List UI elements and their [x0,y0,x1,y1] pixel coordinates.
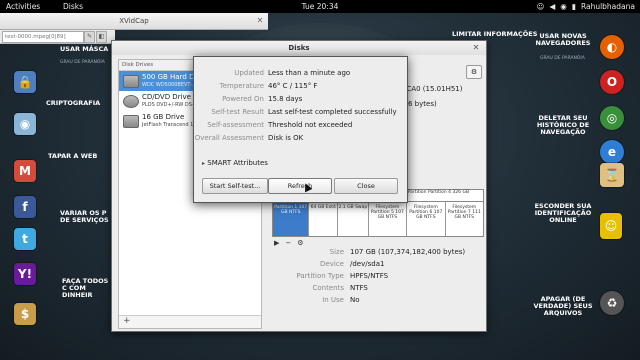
partition-segment[interactable]: Partition 1 107 GB NTFS [273,202,310,236]
info-label: In Use [322,296,344,304]
usb-drive-icon [123,115,139,128]
partition-segment[interactable]: 2.1 GB Swap [338,202,369,236]
battery-icon[interactable]: ▮ [572,0,576,13]
drive-model-fragment: 3CA0 (15.01H51) [402,85,463,93]
smart-attributes-expander[interactable]: ▸ SMART Attributes [202,159,268,167]
smart-label: Updated [234,69,264,77]
add-icon[interactable]: + [123,316,131,326]
smart-value: Threshold not exceeded [268,121,353,129]
xvidcap-close-icon[interactable]: ✕ [255,16,265,26]
smart-label: Overall Assessment [194,134,264,142]
id-card-icon: ☺ [600,213,622,239]
ie-icon: e [600,140,624,164]
webcam-icon: ◉ [14,113,36,135]
smart-attributes-label: SMART Attributes [207,159,268,167]
wall-heading-10: APAGAR (DE VERDADE) SEUS ARQUIVOS [533,295,593,317]
network-icon[interactable]: ◉ [560,0,567,13]
padlock-icon: 🔒 [14,71,36,93]
yahoo-icon: Y! [14,263,36,285]
wall-heading-3: TAPAR A WEB [48,152,98,160]
system-tray: ☺ ◀ ◉ ▮ Rahulbhadana [537,0,635,13]
partition-segment[interactable]: 64 GB Ext4 [309,202,339,236]
smart-value: Less than a minute ago [268,69,351,77]
drive-size-fragment: 6 bytes) [408,100,437,108]
money-icon: $ [14,303,36,325]
info-value: NTFS [350,284,368,292]
partition-segment[interactable]: Filesystem Partition 7 111 GB NTFS [446,202,483,236]
partition-segment[interactable]: Filesystem Partition 5 107 GB NTFS [369,202,408,236]
gmail-icon: M [14,160,36,182]
top-bar: Activities Disks Tue 20:34 ☺ ◀ ◉ ▮ Rahul… [0,0,640,13]
start-self-test-button[interactable]: Start Self-test... [202,178,268,194]
disks-title: Disks [112,41,486,55]
wall-heading-4: VARIAR OS P DE SERVIÇOS [60,209,109,224]
smart-value: Last self-test completed successfully [268,108,397,116]
accessibility-icon[interactable]: ☺ [537,0,545,13]
twitter-icon: t [14,228,36,250]
wall-heading-8: DELETAR SEU HISTÓRICO DE NAVEGAÇÃO [536,114,590,136]
wall-heading-6: LIMITAR INFORMAÇÕES [452,30,538,38]
wall-sub-1: GRAU DE PARANÓIA [60,60,105,65]
wall-heading-1: USAR MÁSCA [60,45,109,53]
smart-dialog: Updated Less than a minute ago Temperatur… [193,56,408,203]
smart-label: Powered On [222,95,264,103]
user-menu[interactable]: Rahulbhadana [581,0,635,13]
partition-bar: Partition 1 107 GB NTFS 64 GB Ext4 2.1 G… [272,201,484,237]
smart-value: Disk is OK [268,134,304,142]
smart-value: 15.8 days [268,95,303,103]
partition-segment[interactable]: Filesystem Partition 6 107 GB NTFS [407,202,446,236]
disks-close-icon[interactable]: ✕ [471,43,481,53]
volume-icon[interactable]: ◀ [549,0,555,13]
opera-icon: O [600,70,624,94]
refresh-button[interactable]: Refresh [268,178,332,194]
smart-label: Self-assessment [207,121,264,129]
smart-label: Self-test Result [211,108,264,116]
disk-list-footer [119,315,261,328]
wall-heading-7: USAR NOVAS NAVEGADORES [535,32,591,47]
xvidcap-title: XVidCap [119,17,149,25]
info-value: /dev/sda1 [350,260,385,268]
trash-icon: ♻ [600,291,624,315]
xvidcap-file-field[interactable]: test-0000.mpeg[0|89] [2,31,84,43]
facebook-icon: f [14,196,36,218]
info-value: No [350,296,360,304]
firefox-icon: ◐ [600,35,624,59]
gear-icon[interactable]: ⚙ [466,65,482,79]
optical-disc-icon [123,95,139,108]
xvidcap-titlebar: XVidCap ✕ [0,13,268,30]
xvidcap-filter-icon[interactable]: ◧ [96,31,107,43]
wall-sub-2: GRAU DE PARANÓIA [540,56,585,61]
hourglass-icon: ⌛ [600,163,624,187]
wall-heading-5: FAÇA TODOS C COM DINHEIR [62,277,109,299]
info-label: Size [329,248,344,256]
info-label: Device [320,260,344,268]
xvidcap-toolbar: test-0000.mpeg[0|89] ✎ ◧ [0,30,115,44]
wall-heading-2: CRIPTOGRAFIA [46,99,101,107]
smart-value: 46° C / 115° F [268,82,318,90]
close-button[interactable]: Close [334,178,398,194]
expander-arrow-icon: ▸ [202,160,206,167]
info-label: Contents [312,284,345,292]
partition-info: Size 107 GB (107,374,182,400 bytes) Devic… [272,246,482,306]
chrome-icon: ◎ [600,106,624,130]
smart-label: Temperature [219,82,264,90]
wall-heading-9: ESCONDER SUA IDENTIFICAÇÃO ONLINE [534,202,592,224]
info-value: 107 GB (107,374,182,400 bytes) [350,248,466,256]
info-label: Partition Type [296,272,344,280]
hard-disk-icon [123,75,139,88]
info-value: HPFS/NTFS [350,272,389,280]
xvidcap-edit-icon[interactable]: ✎ [84,31,95,43]
